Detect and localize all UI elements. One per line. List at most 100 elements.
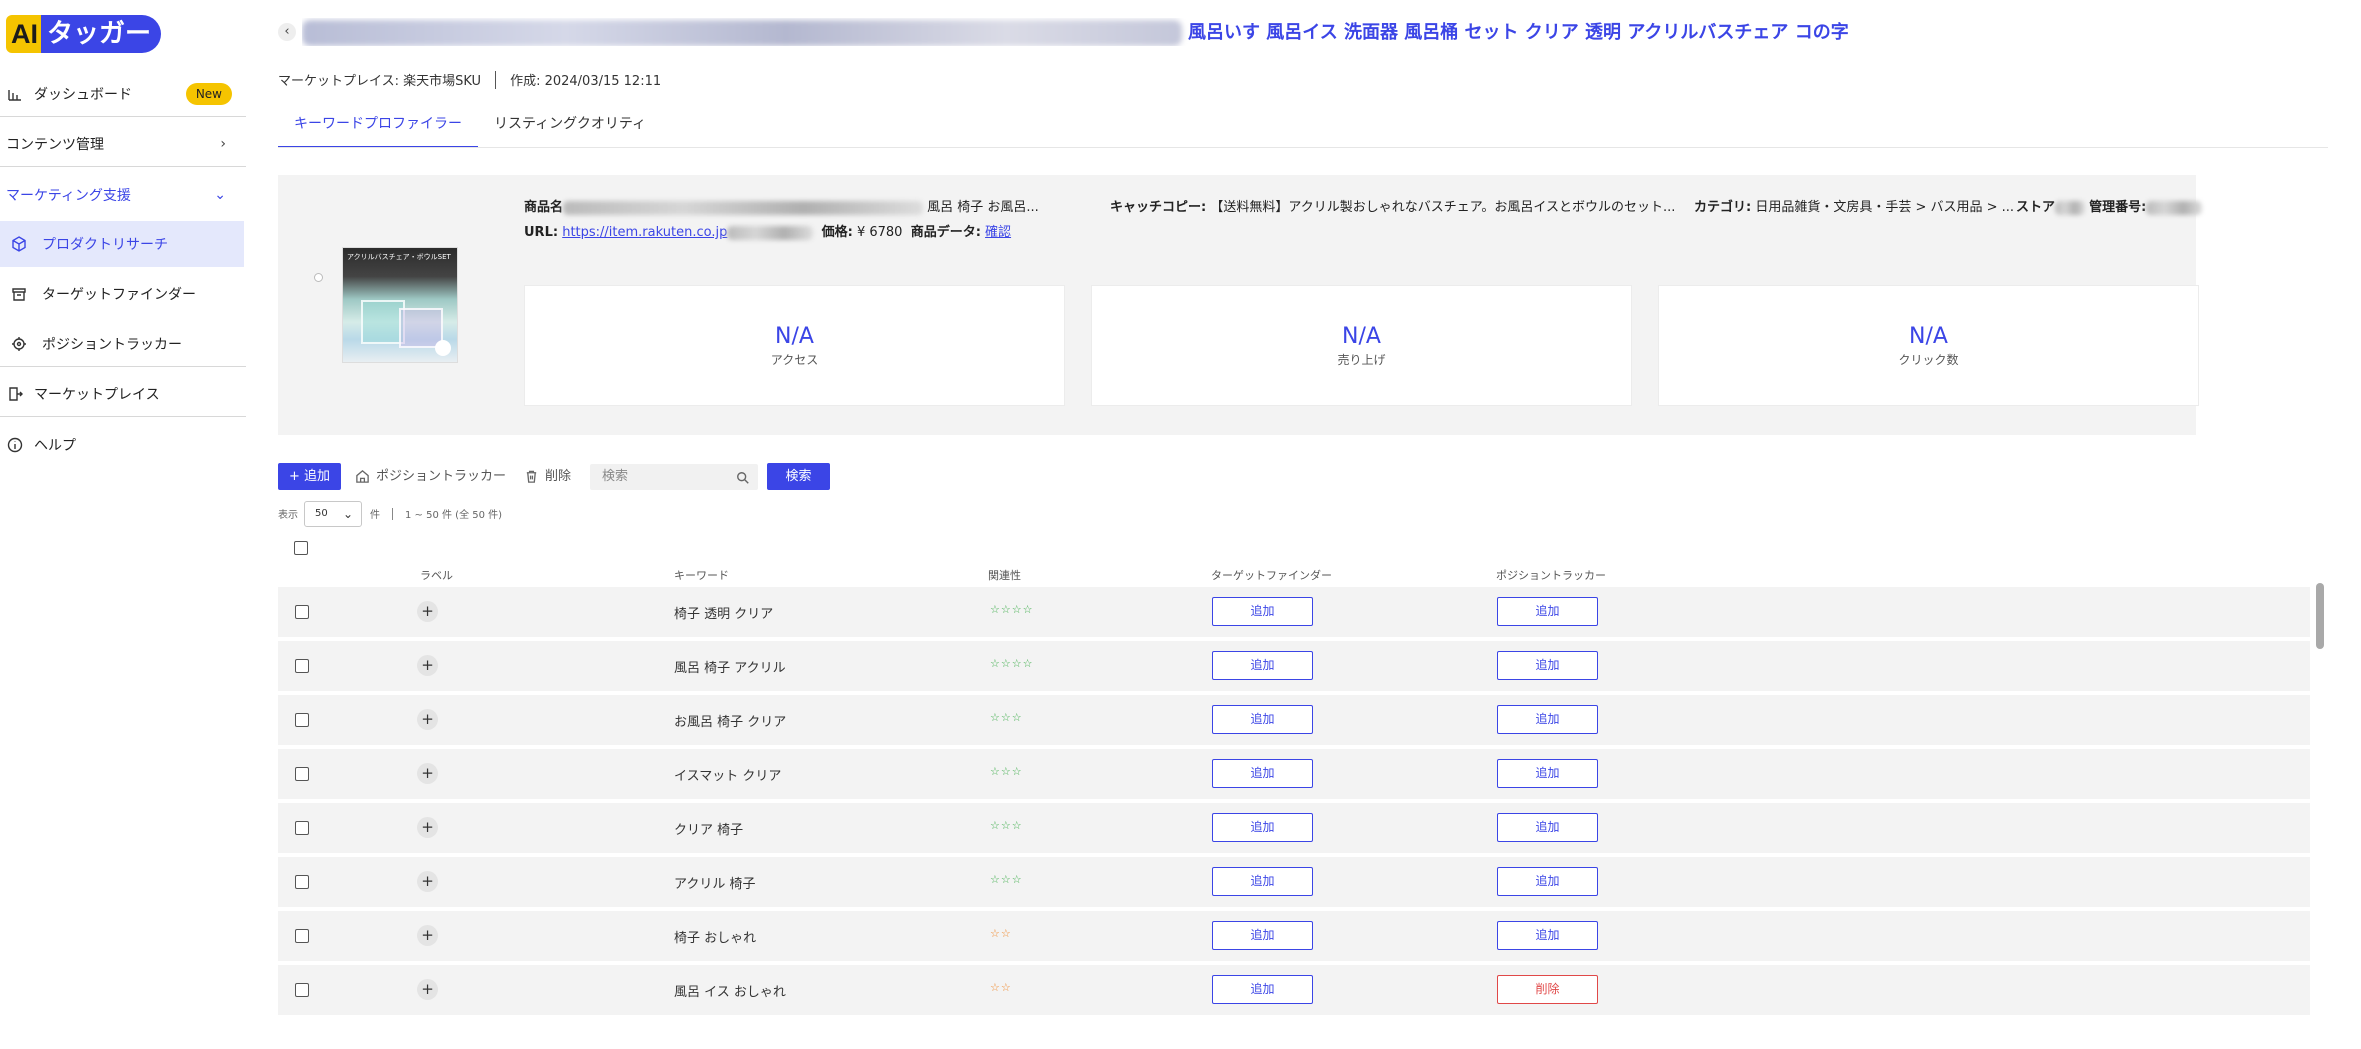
sidebar-item-label: コンテンツ管理 [6, 136, 104, 153]
target-finder-add-button[interactable]: 追加 [1212, 759, 1313, 788]
target-finder-add-button[interactable]: 追加 [1212, 921, 1313, 950]
tab-keyword-profiler[interactable]: キーワードプロファイラー [278, 108, 478, 148]
row-checkbox[interactable] [295, 713, 309, 727]
product-radio[interactable] [314, 273, 323, 282]
sidebar: AI タッガー ダッシュボード New コンテンツ管理 › マーケティング支援 … [0, 0, 246, 1049]
product-url-link[interactable]: https://item.rakuten.co.jp [562, 225, 727, 240]
new-badge: New [185, 82, 232, 105]
app-logo[interactable]: AI タッガー [6, 15, 162, 53]
sidebar-item-position-tracker[interactable]: ポジショントラッカー [0, 321, 246, 367]
table-row[interactable]: + 椅子 透明 クリア ☆☆☆☆ 追加 追加 [278, 587, 2310, 637]
target-finder-add-button[interactable]: 追加 [1212, 813, 1313, 842]
stat-value: N/A [1342, 324, 1381, 349]
sidebar-item-label: ヘルプ [34, 438, 76, 454]
sidebar-item-product-research[interactable]: プロダクトリサーチ [0, 221, 244, 267]
table-row[interactable]: + イスマット クリア ☆☆☆ 追加 追加 [278, 749, 2310, 799]
position-tracker-button[interactable]: ポジショントラッカー [355, 463, 506, 490]
keyword-text: イスマット クリア [674, 769, 782, 784]
product-data-link[interactable]: 確認 [985, 225, 1011, 240]
add-label-button[interactable]: + [417, 763, 438, 784]
add-label-button[interactable]: + [417, 925, 438, 946]
row-checkbox[interactable] [295, 767, 309, 781]
logo-name-text: タッガー [41, 15, 162, 53]
sidebar-item-content[interactable]: コンテンツ管理 › [0, 121, 246, 167]
position-tracker-button[interactable]: 追加 [1497, 921, 1598, 950]
keyword-text: 風呂 椅子 アクリル [674, 661, 786, 676]
row-checkbox[interactable] [295, 983, 309, 997]
add-label-button[interactable]: + [417, 601, 438, 622]
search-button[interactable]: 検索 [767, 463, 830, 490]
product-panel: アクリルバスチェア・ボウルSET 商品名 風呂 椅子 お風呂... キャッチコピ… [278, 175, 2203, 435]
row-checkbox[interactable] [295, 929, 309, 943]
target-finder-add-button[interactable]: 追加 [1212, 975, 1313, 1004]
column-header-relevance: 関連性 [988, 569, 1021, 582]
sidebar-item-dashboard[interactable]: ダッシュボード New [0, 71, 246, 117]
product-image[interactable]: アクリルバスチェア・ボウルSET [342, 247, 458, 363]
price-label: 価格: [821, 225, 853, 240]
row-checkbox[interactable] [295, 875, 309, 889]
tab-listing-quality[interactable]: リスティングクオリティ [478, 108, 662, 148]
info-icon [6, 436, 24, 454]
sidebar-item-label: マーケティング支援 [6, 188, 131, 204]
position-tracker-button[interactable]: 追加 [1497, 813, 1598, 842]
table-row[interactable]: + 風呂 椅子 アクリル ☆☆☆☆ 追加 追加 [278, 641, 2310, 691]
row-checkbox[interactable] [295, 659, 309, 673]
tab-bar: キーワードプロファイラー リスティングクオリティ [278, 108, 662, 148]
add-keyword-button[interactable]: + 追加 [278, 463, 341, 490]
product-image-badge [435, 340, 451, 356]
range-text: 1 ~ 50 件 (全 50 件) [405, 510, 503, 521]
column-header-keyword: キーワード [674, 569, 729, 582]
position-tracker-button[interactable]: 追加 [1497, 651, 1598, 680]
table-row[interactable]: + クリア 椅子 ☆☆☆ 追加 追加 [278, 803, 2310, 853]
pagination-bar: 表示 50 ⌄ 件 1 ~ 50 件 (全 50 件) [278, 500, 502, 527]
position-tracker-button[interactable]: 追加 [1497, 705, 1598, 734]
product-name-label: 商品名 [524, 200, 564, 215]
per-page-select[interactable]: 50 ⌄ [304, 500, 362, 527]
column-header-label: ラベル [420, 569, 453, 582]
table-row[interactable]: + アクリル 椅子 ☆☆☆ 追加 追加 [278, 857, 2310, 907]
redacted-title-part [302, 20, 1182, 46]
table-row[interactable]: + 風呂 イス おしゃれ ☆☆ 追加 削除 [278, 965, 2310, 1015]
sidebar-item-help[interactable]: ヘルプ [0, 422, 246, 468]
meta-divider [495, 70, 497, 89]
add-label-button[interactable]: + [417, 979, 438, 1000]
keyword-text: 風呂 イス おしゃれ [674, 985, 786, 1000]
pager-divider [392, 507, 393, 520]
stat-card-clicks: N/A クリック数 [1658, 285, 2199, 406]
search-input[interactable]: 検索 [590, 464, 758, 490]
target-finder-add-button[interactable]: 追加 [1212, 705, 1313, 734]
select-all-checkbox[interactable] [294, 541, 308, 555]
delete-button[interactable]: 削除 [524, 463, 571, 490]
keyword-text: クリア 椅子 [674, 823, 744, 838]
management-number-label: 管理番号: [2089, 200, 2147, 215]
chevron-down-icon: ⌄ [214, 187, 226, 203]
sidebar-item-marketing[interactable]: マーケティング支援 ⌄ [0, 172, 246, 218]
add-label-button[interactable]: + [417, 709, 438, 730]
table-scrollbar[interactable] [2316, 583, 2324, 649]
table-row[interactable]: + お風呂 椅子 クリア ☆☆☆ 追加 追加 [278, 695, 2310, 745]
table-row[interactable]: + 椅子 おしゃれ ☆☆ 追加 追加 [278, 911, 2310, 961]
add-label-button[interactable]: + [417, 871, 438, 892]
sidebar-item-marketplace[interactable]: マーケットプレイス [0, 371, 246, 417]
row-checkbox[interactable] [295, 605, 309, 619]
row-checkbox[interactable] [295, 821, 309, 835]
target-finder-add-button[interactable]: 追加 [1212, 867, 1313, 896]
keyword-text: 椅子 透明 クリア [674, 607, 774, 622]
position-tracker-button[interactable]: 追加 [1497, 597, 1598, 626]
position-tracker-button[interactable]: 削除 [1497, 975, 1598, 1004]
tracker-icon [356, 470, 369, 483]
created-text: 作成: 2024/03/15 12:11 [510, 74, 662, 89]
catch-copy-value: 【送料無料】アクリル製おしゃれなバスチェア。お風呂イスとボウルのセット... [1210, 200, 1676, 215]
add-label-button[interactable]: + [417, 655, 438, 676]
position-tracker-button[interactable]: 追加 [1497, 867, 1598, 896]
redacted-text [2146, 200, 2203, 215]
position-tracker-button[interactable]: 追加 [1497, 759, 1598, 788]
sidebar-item-target-finder[interactable]: ターゲットファインダー [0, 271, 246, 317]
add-label-button[interactable]: + [417, 817, 438, 838]
back-button[interactable]: ‹ [278, 23, 296, 41]
bar-chart-icon [6, 85, 24, 103]
target-finder-add-button[interactable]: 追加 [1212, 597, 1313, 626]
target-finder-add-button[interactable]: 追加 [1212, 651, 1313, 680]
relevance-stars: ☆☆☆☆ [990, 603, 1034, 616]
chevron-right-icon: › [220, 135, 226, 152]
